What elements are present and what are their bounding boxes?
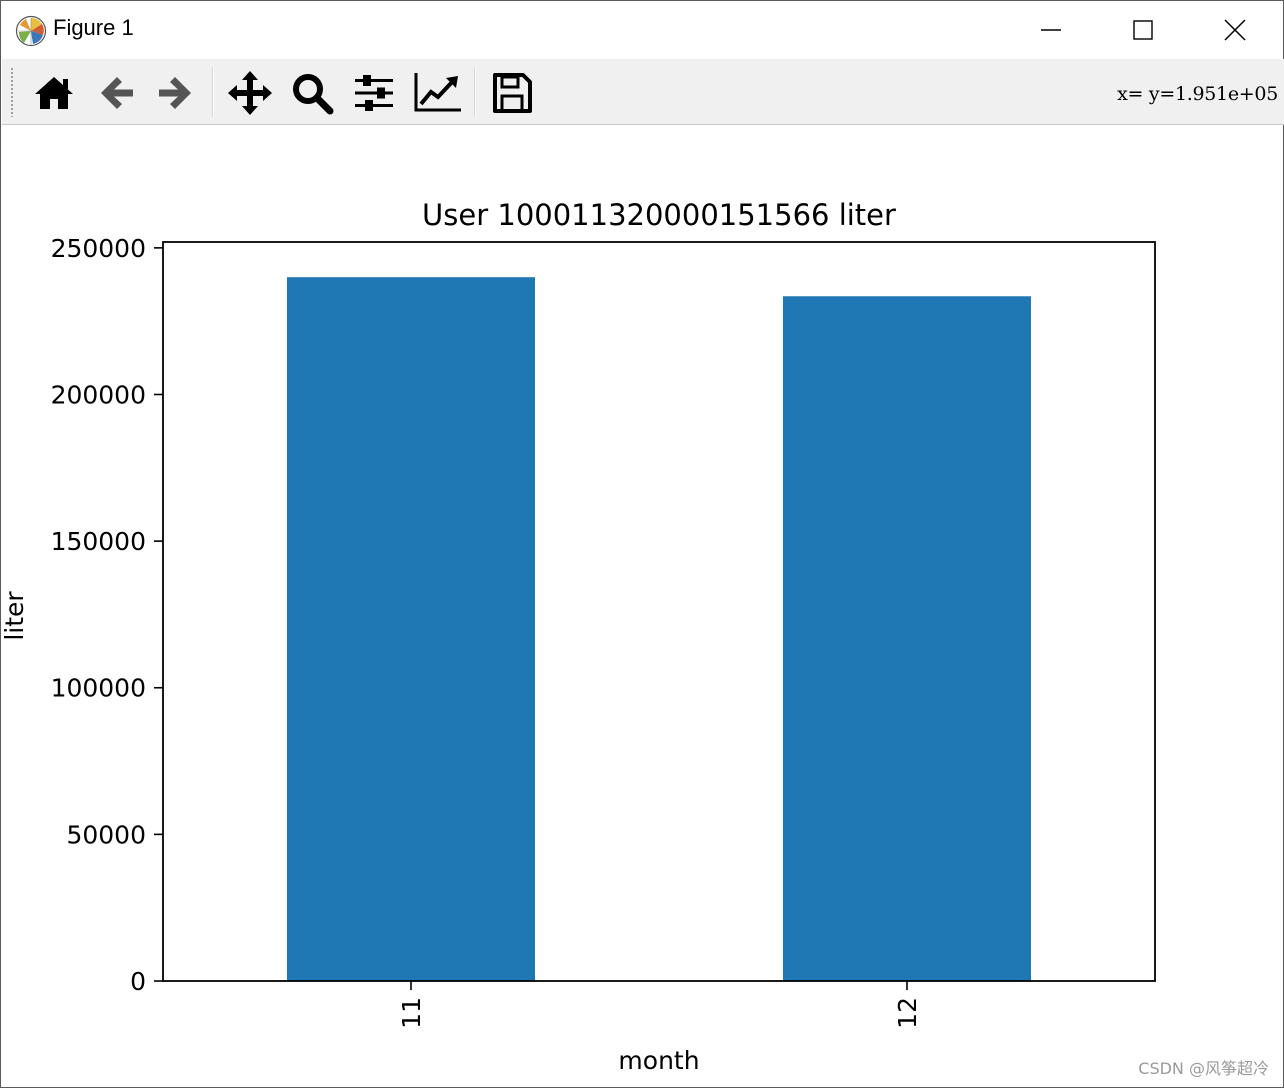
home-icon — [35, 77, 73, 109]
maximize-button[interactable] — [1097, 1, 1189, 59]
pan-button[interactable] — [224, 67, 276, 119]
coordinate-readout: x= y=1.951e+05 — [1117, 83, 1278, 105]
y-tick-label: 250000 — [51, 234, 146, 263]
sliders-icon — [355, 75, 393, 111]
arrow-left-icon — [101, 77, 133, 109]
title-bar[interactable]: Figure 1 — [1, 1, 1283, 59]
zoom-button[interactable] — [286, 67, 338, 119]
minimize-button[interactable] — [1005, 1, 1097, 59]
figure-canvas[interactable]: User 100011320000151566 liter 0 50000 1000… — [1, 126, 1284, 1088]
arrow-right-icon — [159, 77, 191, 109]
navigation-toolbar: x= y=1.951e+05 — [2, 59, 1284, 125]
back-button[interactable] — [90, 67, 142, 119]
x-axis: 11 12 — [397, 981, 922, 1029]
x-tick-label: 12 — [893, 997, 922, 1029]
close-button[interactable] — [1189, 1, 1281, 59]
move-icon — [228, 71, 272, 115]
x-axis-label: month — [618, 1046, 699, 1075]
line-chart-icon — [414, 73, 461, 112]
toolbar-separator — [212, 67, 214, 117]
y-tick-label: 0 — [130, 967, 146, 996]
bar-12 — [783, 296, 1031, 982]
figure-window: Figure 1 x= y=1.951e+05 User 10001132000… — [0, 0, 1284, 1088]
minimize-icon — [1041, 29, 1061, 31]
y-tick-label: 200000 — [51, 380, 146, 409]
floppy-disk-icon — [493, 73, 532, 113]
forward-button[interactable] — [150, 67, 202, 119]
maximize-icon — [1133, 20, 1153, 40]
y-axis: 0 50000 100000 150000 200000 250000 — [51, 234, 163, 996]
configure-subplots-button[interactable] — [348, 67, 400, 119]
close-icon — [1224, 19, 1246, 41]
bars-layer — [287, 277, 1031, 982]
y-tick-label: 150000 — [51, 527, 146, 556]
x-tick-label: 11 — [397, 997, 426, 1029]
toolbar-separator — [474, 67, 476, 117]
toolbar-grip[interactable] — [10, 67, 14, 117]
edit-axis-button[interactable] — [412, 67, 464, 119]
y-tick-label: 50000 — [66, 820, 146, 849]
y-tick-label: 100000 — [51, 674, 146, 703]
matplotlib-logo-icon — [15, 15, 47, 47]
home-button[interactable] — [28, 67, 80, 119]
window-title: Figure 1 — [53, 15, 134, 40]
save-button[interactable] — [486, 67, 538, 119]
y-axis-label: liter — [1, 591, 29, 641]
watermark: CSDN @风筝超冷 — [1138, 1059, 1269, 1078]
bar-11 — [287, 277, 535, 981]
chart-title: User 100011320000151566 liter — [422, 198, 896, 232]
search-icon — [293, 74, 334, 115]
